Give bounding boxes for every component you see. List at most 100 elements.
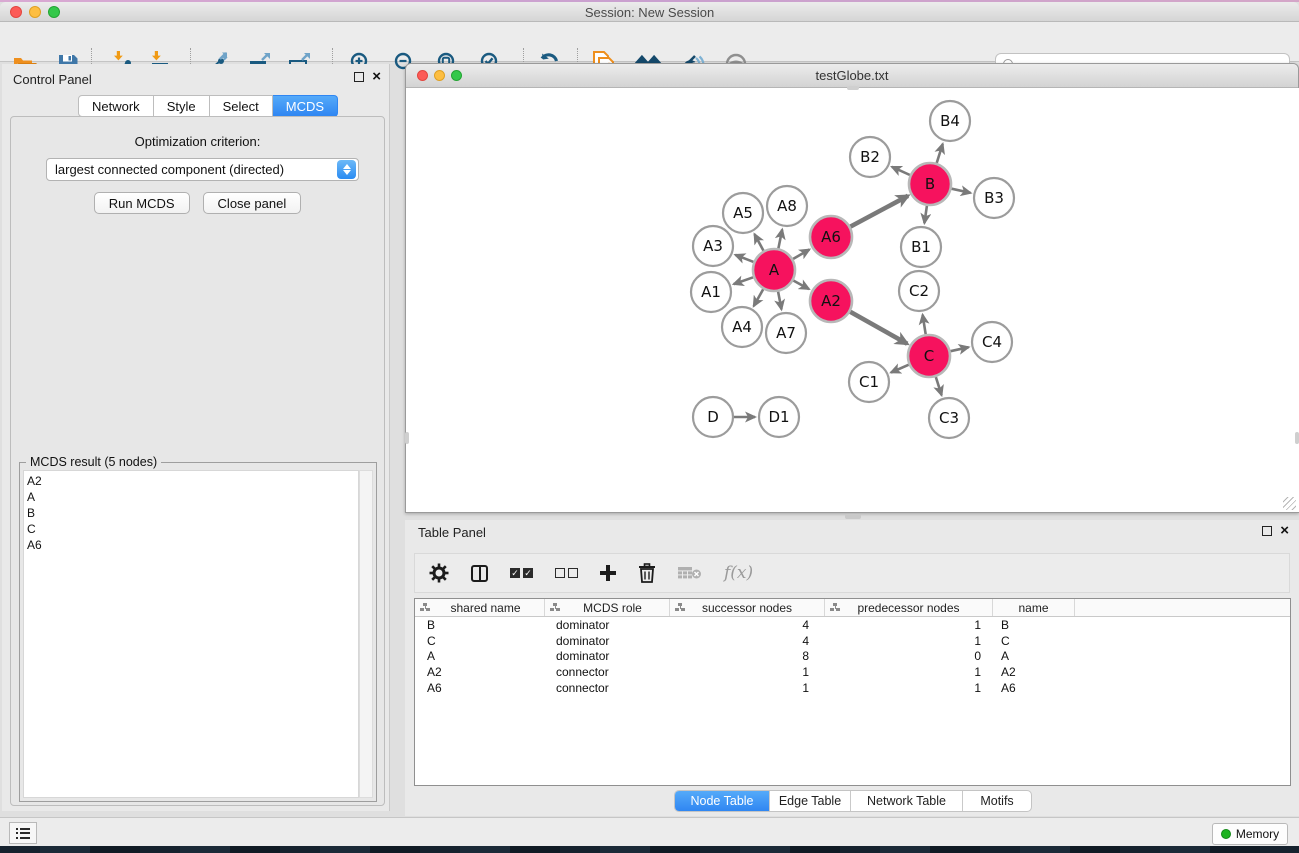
float-panel-icon[interactable] — [354, 72, 364, 82]
column-header-name[interactable]: name — [993, 599, 1075, 616]
network-title: testGlobe.txt — [406, 68, 1298, 83]
table-row[interactable]: C dominator 4 1 C — [415, 633, 1290, 649]
control-panel-tabs: Network Style Select MCDS — [78, 95, 338, 117]
graph-node-A1[interactable]: A1 — [691, 272, 731, 312]
pan-handle-right[interactable] — [1295, 432, 1299, 444]
delete-table-button — [678, 565, 702, 581]
graph-node-A3[interactable]: A3 — [693, 226, 733, 266]
pan-handle-left[interactable] — [405, 432, 409, 444]
criterion-select[interactable]: largest connected component (directed) — [46, 158, 359, 181]
graph-edge[interactable] — [755, 234, 764, 251]
result-item[interactable]: A2 — [27, 473, 358, 489]
mcds-result-list[interactable]: A2 A B C A6 — [23, 470, 359, 798]
graph-edge[interactable] — [952, 189, 971, 193]
graph-edge[interactable] — [951, 347, 969, 351]
network-canvas[interactable]: B4 B2 B B3 A5A8A6 A3 B1 A A1 C2 A2 A4A7 C4 C C1 D D1 C3 — [407, 88, 1299, 512]
pan-handle-top[interactable] — [847, 86, 859, 90]
create-column-button[interactable] — [600, 565, 616, 581]
table-row[interactable]: A2 connector 1 1 A2 — [415, 664, 1290, 680]
graph-edge[interactable] — [734, 277, 754, 284]
graph-node-B1[interactable]: B1 — [901, 227, 941, 267]
tab-network[interactable]: Network — [78, 95, 154, 117]
show-panels-button[interactable] — [9, 822, 37, 844]
graph-node-C2[interactable]: C2 — [899, 271, 939, 311]
main-window-titlebar: Session: New Session — [0, 2, 1299, 22]
graph-edge[interactable] — [937, 144, 943, 163]
network-window-titlebar[interactable]: testGlobe.txt — [406, 64, 1298, 88]
graph-node-A8[interactable]: A8 — [767, 186, 807, 226]
graph-node-D1[interactable]: D1 — [759, 397, 799, 437]
graph-node-A4[interactable]: A4 — [722, 307, 762, 347]
graph-node-C3[interactable]: C3 — [929, 398, 969, 438]
table-row[interactable]: A6 connector 1 1 A6 — [415, 680, 1290, 696]
graph-node-B3[interactable]: B3 — [974, 178, 1014, 218]
graph-edge[interactable] — [778, 292, 781, 310]
tab-select[interactable]: Select — [210, 95, 273, 117]
column-label: predecessor nodes — [857, 601, 959, 615]
window-resize-grip[interactable] — [1283, 497, 1296, 510]
graph-edge[interactable] — [754, 289, 764, 306]
result-scrollbar[interactable] — [359, 470, 373, 798]
svg-text:D1: D1 — [768, 408, 789, 426]
node-table[interactable]: shared name MCDS role successor nodes pr… — [414, 598, 1291, 786]
column-header-predecessor-nodes[interactable]: predecessor nodes — [825, 599, 993, 616]
select-all-columns-button[interactable]: ✓ ✓ — [510, 568, 533, 578]
tab-mcds[interactable]: MCDS — [273, 95, 338, 117]
tab-network-table[interactable]: Network Table — [851, 791, 963, 811]
network-graph[interactable]: B4 B2 B B3 A5A8A6 A3 B1 A A1 C2 A2 A4A7 C4 C C1 D D1 C3 — [407, 88, 1299, 512]
memory-button[interactable]: Memory — [1212, 823, 1288, 845]
column-browse-button[interactable] — [471, 565, 488, 582]
table-panel-title: Table Panel — [418, 525, 486, 540]
result-item[interactable]: C — [27, 521, 358, 537]
graph-edge[interactable] — [850, 196, 908, 227]
result-item[interactable]: A6 — [27, 537, 358, 553]
close-panel-icon[interactable]: × — [372, 72, 381, 82]
graph-edge[interactable] — [891, 365, 909, 373]
trash-icon — [638, 563, 656, 583]
graph-node-D[interactable]: D — [693, 397, 733, 437]
table-settings-button[interactable] — [429, 563, 449, 583]
column-header-shared-name[interactable]: shared name — [415, 599, 545, 616]
graph-node-C[interactable]: C — [908, 335, 950, 377]
graph-node-C1[interactable]: C1 — [849, 362, 889, 402]
delete-column-button[interactable] — [638, 563, 656, 583]
graph-edge[interactable] — [923, 315, 926, 335]
close-panel-button[interactable]: Close panel — [203, 192, 302, 214]
tab-motifs[interactable]: Motifs — [963, 791, 1031, 811]
column-header-mcds-role[interactable]: MCDS role — [545, 599, 670, 616]
graph-node-B4[interactable]: B4 — [930, 101, 970, 141]
close-table-panel-icon[interactable]: × — [1280, 526, 1289, 536]
graph-node-B[interactable]: B — [909, 163, 951, 205]
float-table-panel-icon[interactable] — [1262, 526, 1272, 536]
table-row[interactable]: B dominator 4 1 B — [415, 617, 1290, 633]
column-header-successor-nodes[interactable]: successor nodes — [670, 599, 825, 616]
graph-edge[interactable] — [793, 250, 809, 260]
svg-text:C1: C1 — [859, 373, 879, 391]
unselect-all-columns-button[interactable] — [555, 568, 578, 578]
graph-edge[interactable] — [892, 167, 910, 175]
graph-node-A6[interactable]: A6 — [810, 216, 852, 258]
column-label: shared name — [450, 601, 520, 615]
network-hscroll-thumb[interactable] — [845, 514, 861, 519]
graph-node-C4[interactable]: C4 — [972, 322, 1012, 362]
list-icon — [16, 828, 30, 839]
result-item[interactable]: A — [27, 489, 358, 505]
graph-node-A2[interactable]: A2 — [810, 280, 852, 322]
graph-node-A7[interactable]: A7 — [766, 313, 806, 353]
graph-edge[interactable] — [735, 255, 753, 262]
graph-node-A[interactable]: A — [753, 249, 795, 291]
cell-successors: 4 — [670, 634, 825, 648]
graph-edge[interactable] — [936, 377, 942, 395]
graph-edge[interactable] — [924, 206, 927, 223]
graph-edge[interactable] — [793, 281, 809, 290]
tab-node-table[interactable]: Node Table — [675, 791, 770, 811]
graph-edge[interactable] — [778, 230, 782, 249]
tab-edge-table[interactable]: Edge Table — [770, 791, 851, 811]
table-row[interactable]: A dominator 8 0 A — [415, 649, 1290, 665]
run-mcds-button[interactable]: Run MCDS — [94, 192, 190, 214]
graph-edge[interactable] — [850, 312, 907, 344]
graph-node-B2[interactable]: B2 — [850, 137, 890, 177]
tab-style[interactable]: Style — [154, 95, 210, 117]
result-item[interactable]: B — [27, 505, 358, 521]
graph-node-A5[interactable]: A5 — [723, 193, 763, 233]
